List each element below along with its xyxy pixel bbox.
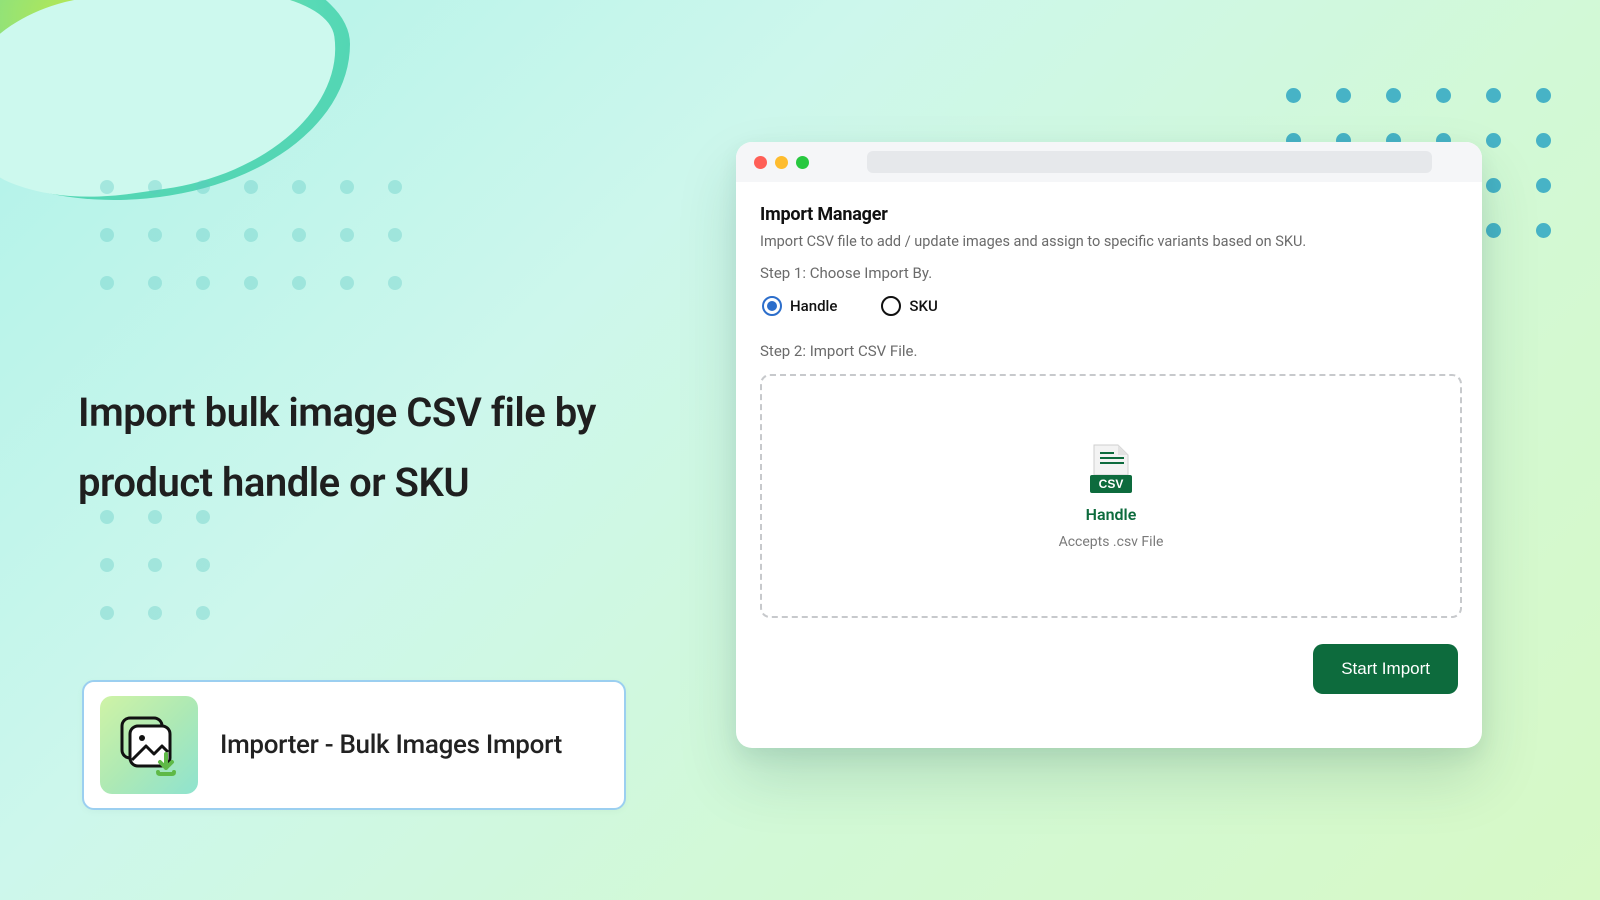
svg-text:CSV: CSV xyxy=(1099,477,1124,491)
dropzone-label: Handle xyxy=(1086,505,1137,524)
step-2-label: Step 2: Import CSV File. xyxy=(760,342,1458,360)
app-icon xyxy=(100,696,198,794)
radio-option-handle[interactable]: Handle xyxy=(762,296,837,316)
app-badge-card: Importer - Bulk Images Import xyxy=(82,680,626,810)
import-by-radio-group: Handle SKU xyxy=(760,296,1458,316)
dropzone-sublabel: Accepts .csv File xyxy=(1059,534,1164,550)
promo-canvas: Import bulk image CSV file by product ha… xyxy=(0,0,1600,900)
csv-file-icon: CSV xyxy=(1088,443,1134,495)
decorative-dot-grid xyxy=(100,510,210,620)
images-download-icon xyxy=(118,714,180,776)
step-1-label: Step 1: Choose Import By. xyxy=(760,264,1458,282)
browser-window: Import Manager Import CSV file to add / … xyxy=(736,142,1482,748)
radio-label: SKU xyxy=(909,297,937,315)
radio-label: Handle xyxy=(790,297,837,315)
window-body: Import Manager Import CSV file to add / … xyxy=(736,182,1482,718)
maximize-icon[interactable] xyxy=(796,156,809,169)
close-icon[interactable] xyxy=(754,156,767,169)
start-import-button[interactable]: Start Import xyxy=(1313,644,1458,694)
minimize-icon[interactable] xyxy=(775,156,788,169)
address-bar[interactable] xyxy=(867,151,1432,173)
window-titlebar xyxy=(736,142,1482,182)
section-title: Import Manager xyxy=(760,204,1458,225)
decorative-dot-grid xyxy=(100,180,402,290)
radio-unselected-icon xyxy=(881,296,901,316)
section-subtitle: Import CSV file to add / update images a… xyxy=(760,233,1458,250)
radio-option-sku[interactable]: SKU xyxy=(881,296,937,316)
csv-dropzone[interactable]: CSV Handle Accepts .csv File xyxy=(760,374,1462,618)
radio-selected-icon xyxy=(762,296,782,316)
app-badge-title: Importer - Bulk Images Import xyxy=(220,730,562,760)
page-headline: Import bulk image CSV file by product ha… xyxy=(78,378,648,518)
